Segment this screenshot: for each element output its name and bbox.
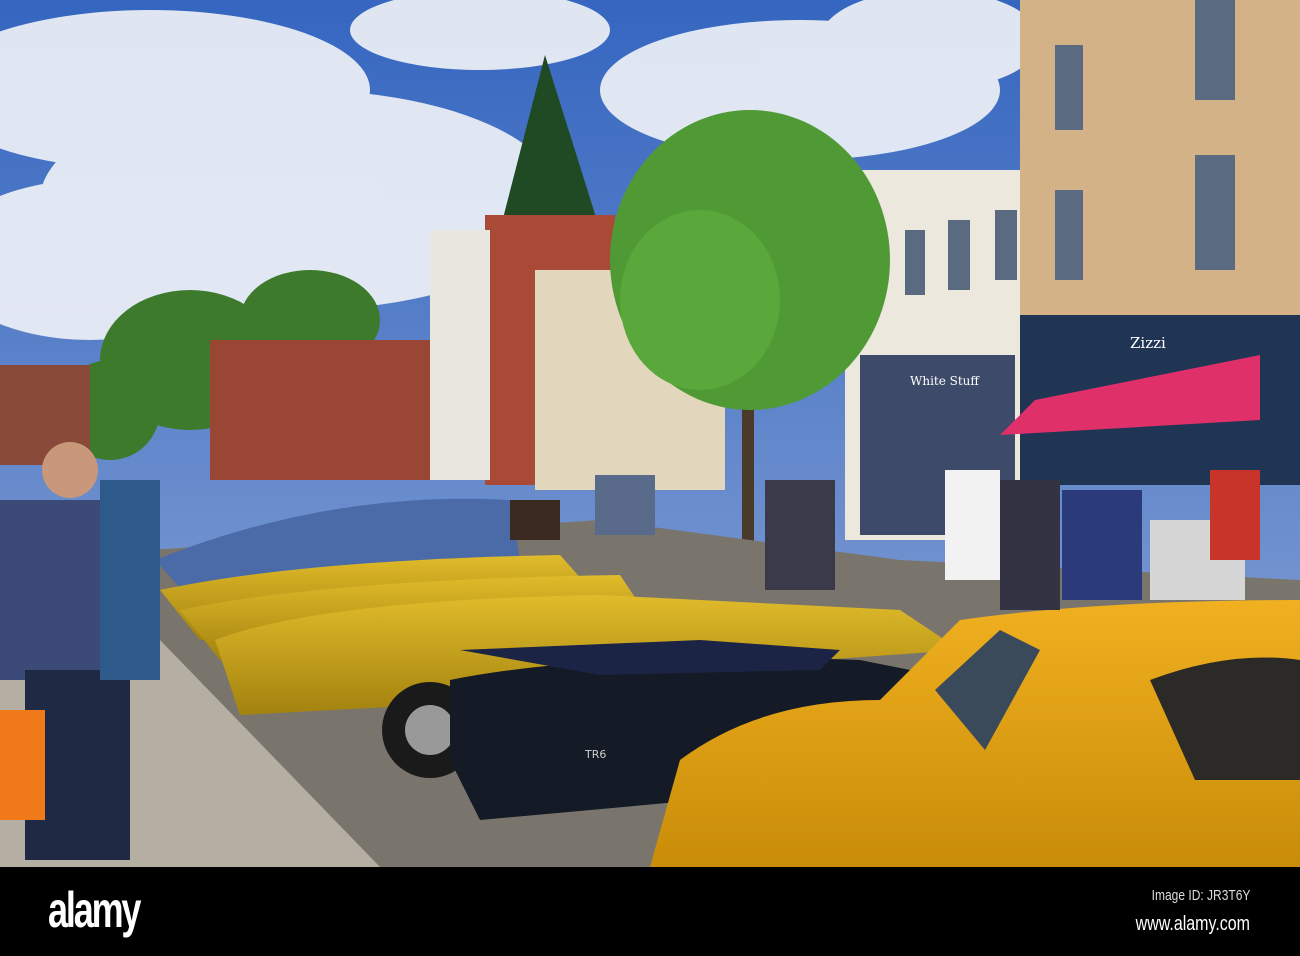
white-building	[430, 230, 490, 480]
site-url: www.alamy.com	[1135, 913, 1250, 935]
stock-photo-page: White Stuff Zizzi TR6 alamy Image ID: JR…	[0, 0, 1300, 956]
white-stuff-sign: White Stuff	[910, 374, 980, 388]
watermark-bar: alamy Image ID: JR3T6Y www.alamy.com	[0, 867, 1300, 956]
zizzi-sign: Zizzi	[1130, 334, 1166, 352]
alamy-logo: alamy	[48, 882, 141, 938]
tr6-badge: TR6	[584, 748, 606, 761]
image-id: Image ID: JR3T6Y	[1151, 887, 1250, 904]
street-car-show-photo: White Stuff Zizzi TR6	[0, 0, 1300, 867]
wheel-hub	[405, 705, 455, 755]
